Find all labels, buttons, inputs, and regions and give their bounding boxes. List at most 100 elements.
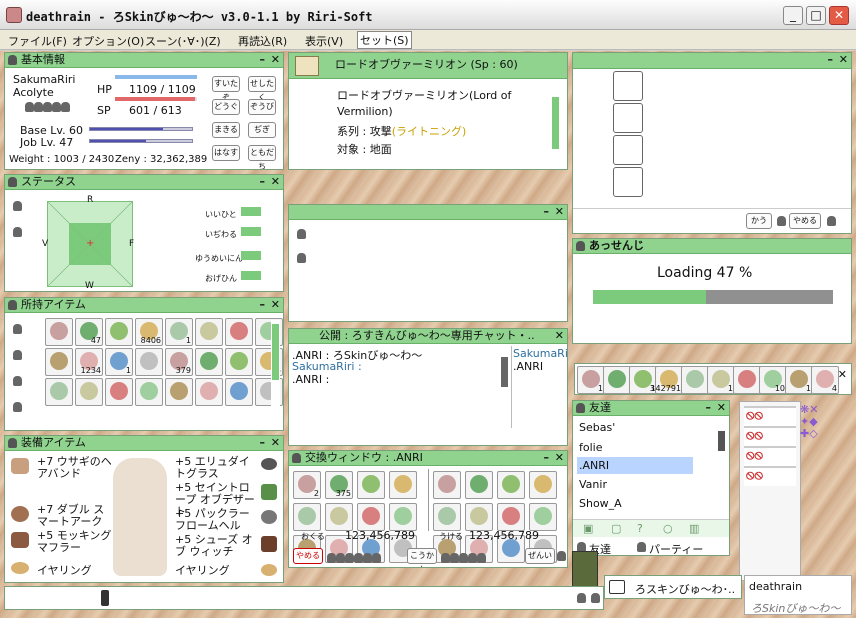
item-slot[interactable] <box>135 378 163 406</box>
inventory-scrollbar[interactable] <box>271 320 280 420</box>
item-slot[interactable]: 1 <box>165 318 193 346</box>
cart-cancel-button[interactable]: やめる <box>789 213 821 229</box>
item-slot[interactable] <box>105 318 133 346</box>
item-slot[interactable] <box>681 366 709 394</box>
chat-input-bar[interactable] <box>4 586 604 610</box>
menu-file[interactable]: ファイル(F) <box>8 33 67 49</box>
menu-option[interactable]: オプション(O) <box>72 33 144 49</box>
item-slot[interactable]: 10 <box>759 366 787 394</box>
item-slot[interactable]: 2 <box>293 471 321 499</box>
inventory-header[interactable]: 所持アイテム – ✕ <box>5 298 283 313</box>
friend-delete-icon[interactable]: ▥ <box>689 522 699 535</box>
item-slot[interactable]: 1 <box>105 348 133 376</box>
item-slot[interactable] <box>165 378 193 406</box>
item-slot[interactable] <box>45 378 73 406</box>
item-slot[interactable] <box>75 378 103 406</box>
item-slot[interactable] <box>433 471 461 499</box>
item-slot[interactable]: 8406 <box>135 318 163 346</box>
close-icon[interactable]: ✕ <box>838 368 847 381</box>
item-slot[interactable] <box>357 471 385 499</box>
cart-slot[interactable] <box>613 71 643 101</box>
minimize-button[interactable]: – <box>260 436 266 450</box>
close-button[interactable]: ✕ <box>829 6 849 25</box>
equip-weapon[interactable]: +7 ダブル スマートアーク <box>37 504 113 528</box>
friend-item[interactable]: Vanir <box>577 476 693 493</box>
item-slot[interactable] <box>225 318 253 346</box>
cart-yes-button[interactable]: かう <box>746 213 772 229</box>
friend-add-icon[interactable]: ▣ <box>583 522 593 535</box>
status-header[interactable]: ステータス – ✕ <box>5 175 283 190</box>
item-slot[interactable]: 4 <box>811 366 839 394</box>
minimize-button[interactable]: – <box>544 451 550 465</box>
item-slot[interactable]: 375 <box>325 471 353 499</box>
trade-cancel-button[interactable]: やめる <box>293 548 323 564</box>
close-icon[interactable]: ✕ <box>839 53 848 67</box>
item-slot[interactable]: 1234 <box>75 348 103 376</box>
emote-icons[interactable]: ❋✕ ✦◆ ✚◇ <box>800 404 818 440</box>
item-slot[interactable] <box>45 318 73 346</box>
close-icon[interactable]: ✕ <box>271 175 280 189</box>
friends-button[interactable]: ともだち <box>248 145 276 169</box>
item-slot[interactable] <box>105 378 133 406</box>
item-slot[interactable]: 47 <box>75 318 103 346</box>
item-slot[interactable] <box>45 348 73 376</box>
close-icon[interactable]: ✕ <box>271 53 280 67</box>
equip-accessory-left[interactable]: イヤリング <box>37 562 92 578</box>
cart-header[interactable]: – ✕ <box>573 53 851 69</box>
item-slot[interactable] <box>497 471 525 499</box>
minimize-button[interactable]: _ <box>783 6 803 25</box>
item-slot[interactable] <box>135 348 163 376</box>
item-slot[interactable] <box>465 503 493 531</box>
item-slot[interactable] <box>225 348 253 376</box>
item-slot[interactable]: 379 <box>165 348 193 376</box>
minimize-button[interactable]: – <box>260 298 266 312</box>
trade-header[interactable]: 交換ウィンドウ : .ANRI – ✕ <box>289 451 567 466</box>
friend-item[interactable]: Sebas' <box>577 419 693 436</box>
close-icon[interactable]: ✕ <box>271 298 280 312</box>
cart-slot[interactable] <box>613 103 643 133</box>
map-button[interactable]: ぢぎ <box>248 122 276 138</box>
item-slot[interactable] <box>465 471 493 499</box>
friend-search-icon[interactable]: ○ <box>663 522 673 535</box>
close-icon[interactable]: ✕ <box>555 205 564 219</box>
equip-mid-head[interactable]: +5 エリュダイトグラス <box>175 456 259 480</box>
tab-party[interactable]: パーティー <box>649 541 703 555</box>
minimize-button[interactable]: – <box>260 175 266 189</box>
minimize-button[interactable]: – <box>544 205 550 219</box>
friend-item-selected[interactable]: .ANRI <box>577 457 693 474</box>
chat-header[interactable]: 公開 : ろすきんびゅ～わ～専用チャット・.. ✕ <box>289 329 567 344</box>
item-slot[interactable] <box>389 471 417 499</box>
cart-slot[interactable] <box>613 167 643 197</box>
menu-view[interactable]: 表示(V) <box>305 33 343 49</box>
blank-header[interactable]: – ✕ <box>289 205 567 220</box>
equip-accessory-right[interactable]: イヤリング <box>175 562 230 578</box>
item-slot[interactable] <box>195 318 223 346</box>
item-slot[interactable] <box>733 366 761 394</box>
skill-button[interactable]: まきる <box>212 122 240 138</box>
loading-header[interactable]: あっせんじ <box>573 239 851 254</box>
item-slot[interactable] <box>293 503 321 531</box>
minimize-button[interactable]: – <box>706 401 712 415</box>
item-slot[interactable] <box>529 471 557 499</box>
friend-item[interactable]: folie <box>577 439 693 456</box>
equipment-header[interactable]: 装備アイテム – ✕ <box>5 436 283 451</box>
chat-member[interactable]: SakumaRiri <box>513 347 567 360</box>
close-icon[interactable]: ✕ <box>555 329 564 343</box>
minimize-button[interactable]: – <box>260 53 266 67</box>
chat-member[interactable]: .ANRI <box>513 360 543 373</box>
menu-reload[interactable]: 再読込(R) <box>238 33 287 49</box>
close-icon[interactable]: ✕ <box>717 401 726 415</box>
item-slot[interactable] <box>529 503 557 531</box>
item-slot[interactable] <box>195 378 223 406</box>
scroll-thumb[interactable] <box>718 431 725 451</box>
item-slot[interactable]: 1 <box>707 366 735 394</box>
item-slot[interactable] <box>433 503 461 531</box>
equip-garment[interactable]: +5 モッキングマフラー <box>37 530 113 554</box>
equip-head[interactable]: +7 ウサギのヘアバンド <box>37 456 113 480</box>
friends-scrollbar[interactable] <box>717 421 726 517</box>
minimap-icon[interactable] <box>572 551 598 587</box>
basic-info-header[interactable]: 基本情報 – ✕ <box>5 53 283 68</box>
status-button-2[interactable]: せしたく <box>248 76 276 102</box>
status-button-1[interactable]: すいたぞ <box>212 76 240 102</box>
friends-header[interactable]: 友達 – ✕ <box>573 401 729 416</box>
